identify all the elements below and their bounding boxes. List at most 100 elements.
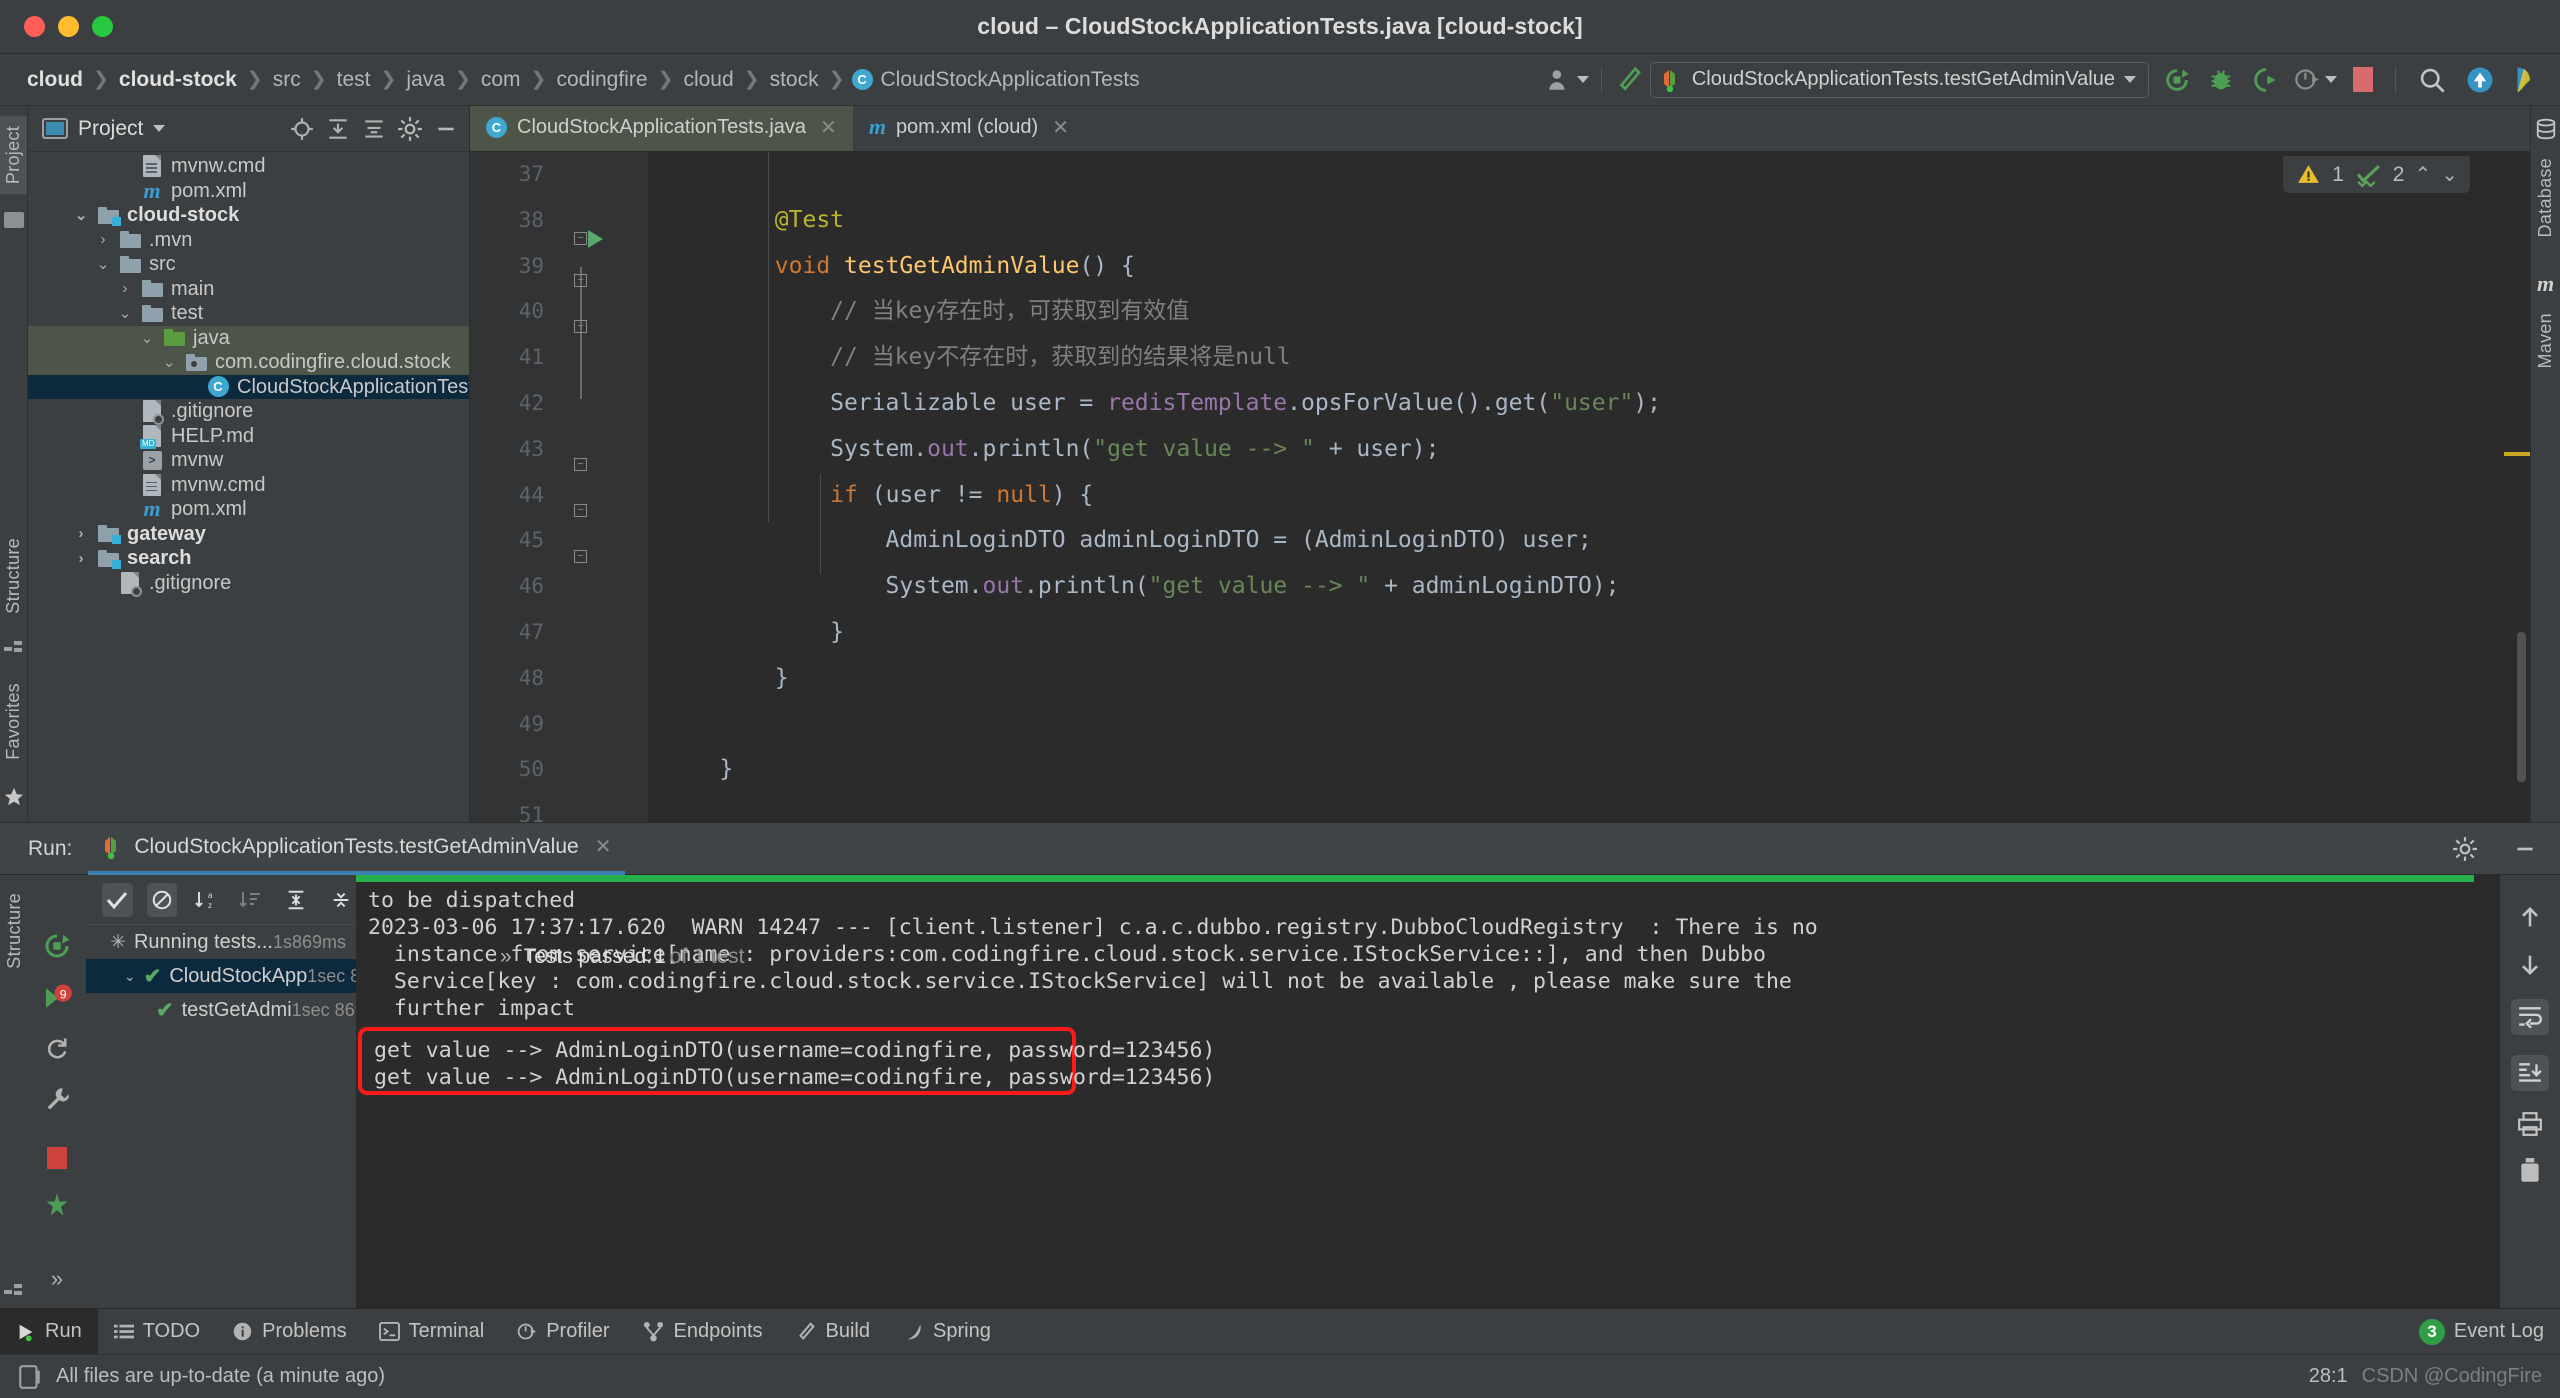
show-ignored-toggle[interactable] [146, 882, 178, 917]
sidebar-tab-database[interactable]: Database [2532, 148, 2559, 247]
code-line[interactable] [648, 793, 2504, 822]
run-icon[interactable] [2155, 66, 2199, 94]
code-line[interactable]: AdminLoginDTO adminLoginDTO = (AdminLogi… [648, 518, 2504, 564]
test-tree-row[interactable]: ✳ Running tests... 1s869ms [86, 925, 356, 959]
bottom-tab-event-log[interactable]: 3 Event Log [2403, 1309, 2560, 1354]
fold-region-icon[interactable]: − [574, 232, 587, 245]
breadcrumb-cloud[interactable]: cloud [18, 65, 92, 95]
stop-icon[interactable] [47, 1147, 67, 1169]
tree-item[interactable]: m pom.xml [28, 497, 469, 522]
run-console[interactable]: to be dispatched 2023-03-06 17:37:17.620 … [356, 875, 2500, 1308]
chevron-right-icon[interactable]: › [68, 550, 94, 567]
tree-item[interactable]: ⌄ cloud-stock [28, 203, 469, 228]
sidebar-tab-favorites[interactable]: Favorites [0, 673, 27, 770]
sidebar-tab-structure[interactable]: Structure [4, 893, 25, 969]
chevron-right-icon[interactable]: › [68, 525, 94, 542]
project-tree[interactable]: mvnw.cmd m pom.xml ⌄ cloud-stock › .mvn ⌄ src › ma… [28, 152, 469, 822]
code-line[interactable]: System.out.println("get value --> " + ad… [648, 564, 2504, 610]
run-configuration-selector[interactable]: CloudStockApplicationTests.testGetAdminV… [1649, 61, 2149, 98]
breadcrumb-com[interactable]: com [472, 65, 530, 95]
stop-icon[interactable] [2343, 67, 2383, 92]
maven-icon[interactable]: m [2537, 273, 2554, 295]
close-icon[interactable]: ✕ [816, 115, 837, 140]
minimize-icon[interactable] [2512, 836, 2560, 862]
breadcrumb-java[interactable]: java [397, 65, 454, 95]
chevron-down-icon[interactable]: ⌄ [112, 304, 138, 322]
code-line[interactable]: void testGetAdminValue() { [648, 244, 2504, 290]
scrollbar-thumb[interactable] [2517, 632, 2526, 782]
scroll-down-icon[interactable] [2516, 951, 2544, 979]
code-line[interactable]: // 当key存在时，可获取到有效值 [648, 289, 2504, 335]
star-icon[interactable] [3, 786, 25, 808]
build-hammer-icon[interactable] [1614, 65, 1644, 95]
settings-wrench-icon[interactable] [43, 1085, 71, 1113]
tree-item[interactable]: m pom.xml [28, 179, 469, 204]
more-icon[interactable]: » [500, 945, 512, 969]
test-tree-row[interactable]: ⌄✔CloudStockApp1sec 869ms [86, 959, 404, 993]
tree-item[interactable]: › main [28, 277, 469, 302]
collapse-all-icon[interactable] [325, 883, 356, 917]
tree-item[interactable]: ⌄ com.codingfire.cloud.stock [28, 350, 469, 375]
coverage-icon[interactable] [43, 1191, 71, 1219]
code-line[interactable] [648, 152, 2504, 198]
more-icon[interactable]: » [51, 1266, 63, 1292]
run-session-tab[interactable]: CloudStockApplicationTests.testGetAdminV… [88, 823, 626, 875]
code-line[interactable]: System.out.println("get value --> " + us… [648, 427, 2504, 473]
inspection-widget[interactable]: 1 2 ⌃ ⌄ [2283, 156, 2470, 193]
chevron-down-icon[interactable] [153, 125, 166, 132]
soft-wrap-icon[interactable] [2511, 999, 2549, 1035]
bottom-tab-run[interactable]: Run [0, 1309, 98, 1354]
bottom-tab-endpoints[interactable]: Endpoints [626, 1309, 779, 1354]
search-icon[interactable] [2408, 66, 2456, 94]
code-line[interactable]: // 当key不存在时，获取到的结果将是null [648, 335, 2504, 381]
folder-icon[interactable] [3, 212, 24, 229]
expand-all-icon[interactable] [325, 116, 351, 142]
tree-item[interactable]: MD HELP.md [28, 424, 469, 449]
chevron-down-icon[interactable]: ⌄ [124, 968, 136, 985]
show-passed-toggle[interactable] [102, 882, 133, 917]
debug-icon[interactable] [2199, 66, 2243, 94]
editor-tab-pom[interactable]: m pom.xml (cloud) ✕ [853, 106, 1085, 151]
run-test-gutter-icon[interactable] [588, 230, 603, 248]
chevron-down-icon[interactable]: ⌄ [134, 329, 160, 347]
tree-item[interactable]: ⌄ test [28, 301, 469, 326]
fold-region-icon[interactable]: − [574, 320, 587, 333]
profiler-icon[interactable] [2287, 66, 2343, 93]
test-tree-row[interactable]: ✔ testGetAdmi 1sec 869ms [86, 993, 389, 1027]
tree-item[interactable]: mvnw.cmd [28, 473, 469, 498]
close-icon[interactable]: ✕ [589, 834, 612, 859]
breadcrumb-test[interactable]: test [328, 65, 380, 95]
breadcrumb-class[interactable]: C CloudStockApplicationTests [846, 65, 1149, 95]
breadcrumb-src[interactable]: src [264, 65, 310, 95]
chevron-down-icon[interactable]: ⌄ [90, 255, 116, 273]
bottom-tab-build[interactable]: Build [779, 1309, 886, 1354]
sidebar-tab-project[interactable]: Project [0, 116, 27, 195]
fold-region-icon[interactable]: − [574, 504, 587, 517]
fold-gutter[interactable]: − − − − − − [558, 152, 648, 822]
breadcrumb-cloud-stock[interactable]: cloud-stock [110, 65, 246, 95]
collapse-target-icon[interactable] [289, 116, 315, 142]
scroll-to-end-icon[interactable] [2511, 1055, 2549, 1091]
scroll-up-icon[interactable] [2516, 903, 2544, 931]
caret-position[interactable]: 28:1 [2309, 1365, 2348, 1388]
structure-grid-icon[interactable] [3, 639, 24, 657]
sort-duration-icon[interactable] [236, 883, 267, 917]
breadcrumb-codingfire[interactable]: codingfire [547, 65, 656, 95]
editor-scrollbar[interactable] [2504, 152, 2530, 822]
fold-region-icon[interactable]: − [574, 458, 587, 471]
code-line[interactable]: } [648, 656, 2504, 702]
run-with-coverage-icon[interactable] [2243, 66, 2287, 94]
sidebar-tab-structure[interactable]: Structure [0, 528, 27, 624]
rerun-icon[interactable] [42, 931, 72, 961]
code-editor[interactable]: @Test void testGetAdminValue() { // 当key… [648, 152, 2504, 822]
rerun-failed-tests-icon[interactable]: 9 [41, 983, 73, 1013]
close-icon[interactable]: ✕ [1048, 115, 1069, 140]
editor-tab-java[interactable]: C CloudStockApplicationTests.java ✕ [470, 106, 853, 151]
tree-item[interactable]: › .mvn [28, 228, 469, 253]
expand-all-icon[interactable] [281, 883, 312, 917]
print-icon[interactable] [2516, 1111, 2544, 1137]
bottom-tab-profiler[interactable]: Profiler [500, 1309, 625, 1354]
fold-region-icon[interactable]: − [574, 274, 587, 287]
structure-grid-icon[interactable] [4, 1282, 24, 1300]
tree-item[interactable]: ⌄ src [28, 252, 469, 277]
